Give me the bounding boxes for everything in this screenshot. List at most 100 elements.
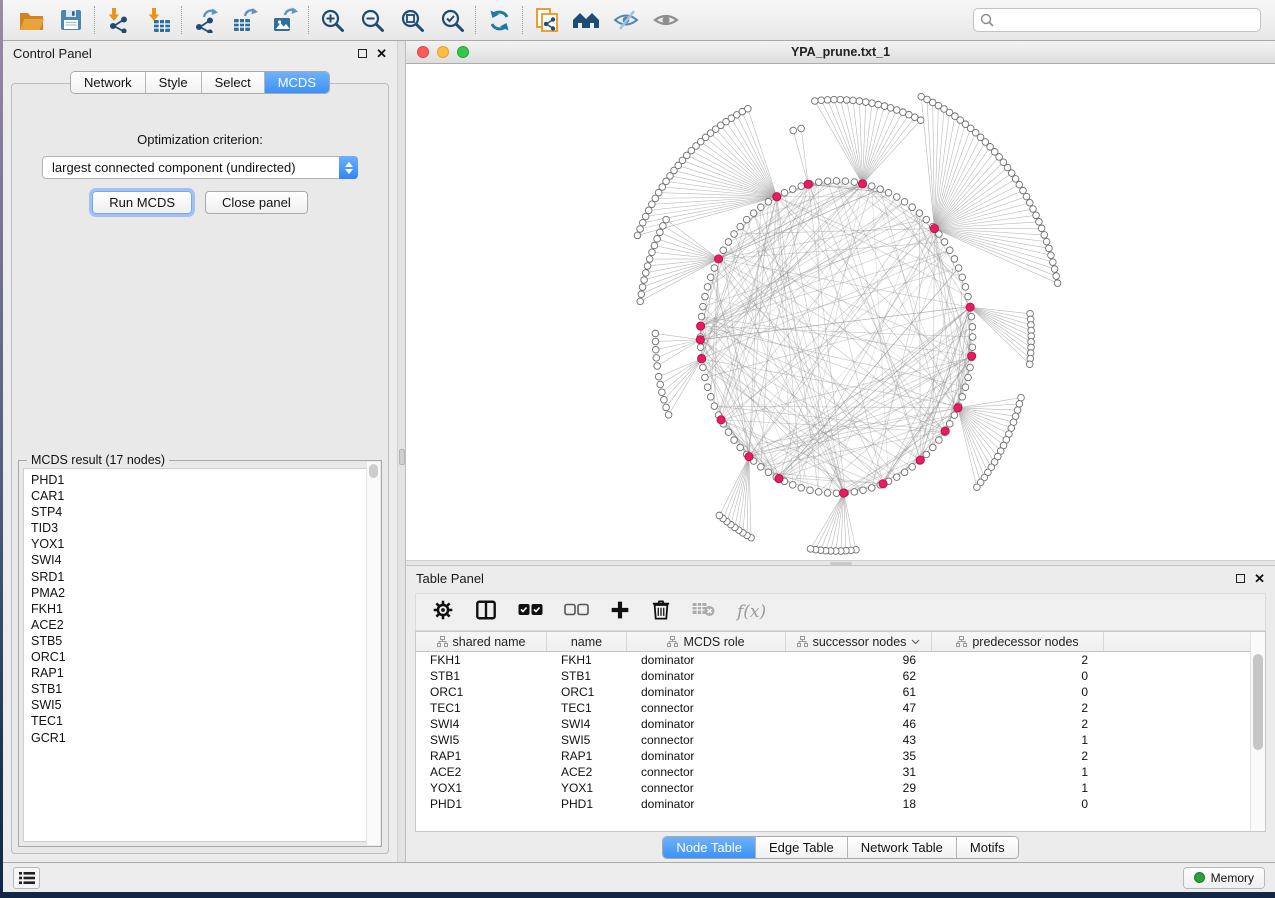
graph-node[interactable]: [1041, 232, 1048, 239]
graph-node[interactable]: [707, 274, 714, 281]
dominator-node[interactable]: [696, 336, 704, 344]
add-column-button[interactable]: [610, 600, 630, 625]
result-node[interactable]: ORC1: [31, 649, 376, 665]
dominator-node[interactable]: [839, 489, 847, 497]
graph-node[interactable]: [962, 284, 969, 291]
graph-node[interactable]: [1027, 199, 1034, 206]
result-node[interactable]: PHD1: [31, 472, 376, 488]
graph-node[interactable]: [869, 100, 876, 107]
scrollbar-thumb[interactable]: [1253, 654, 1263, 750]
close-panel-button[interactable]: Close panel: [205, 191, 308, 214]
tab-network[interactable]: Network: [71, 72, 146, 93]
dominator-node[interactable]: [745, 453, 753, 461]
column-header-predecessor-nodes[interactable]: predecessor nodes: [932, 632, 1104, 651]
node-table[interactable]: shared namenameMCDS rolesuccessor nodesp…: [415, 631, 1266, 832]
export-table-button[interactable]: [225, 4, 265, 36]
graph-node[interactable]: [1023, 193, 1030, 200]
graph-node[interactable]: [969, 324, 976, 331]
graph-node[interactable]: [639, 219, 646, 226]
graph-node[interactable]: [644, 263, 651, 270]
graph-node[interactable]: [877, 186, 884, 193]
result-node[interactable]: ACE2: [31, 617, 376, 633]
tab-network-table[interactable]: Network Table: [848, 837, 957, 858]
graph-node[interactable]: [646, 256, 653, 263]
graph-node[interactable]: [659, 389, 666, 396]
import-network-button[interactable]: [98, 4, 138, 36]
mcds-result-list[interactable]: PHD1CAR1STP4TID3YOX1SWI4SRD1PMA2FKH1ACE2…: [23, 468, 377, 842]
graph-node[interactable]: [909, 204, 916, 211]
settings-button[interactable]: [432, 599, 454, 626]
graph-node[interactable]: [923, 216, 930, 223]
graph-node[interactable]: [698, 313, 705, 320]
dominator-node[interactable]: [879, 480, 887, 488]
graph-node[interactable]: [654, 363, 661, 370]
table-scrollbar[interactable]: [1250, 632, 1265, 831]
dominator-node[interactable]: [773, 193, 781, 201]
graph-node[interactable]: [737, 223, 744, 230]
result-node[interactable]: CAR1: [31, 488, 376, 504]
graph-node[interactable]: [1020, 187, 1027, 194]
graph-node[interactable]: [641, 277, 648, 284]
graph-node[interactable]: [634, 232, 641, 239]
table-row[interactable]: SWI4SWI4dominator462: [416, 716, 1265, 732]
result-node[interactable]: RAP1: [31, 665, 376, 681]
graph-node[interactable]: [663, 216, 670, 223]
dominator-node[interactable]: [775, 474, 783, 482]
graph-node[interactable]: [716, 512, 723, 519]
graph-node[interactable]: [765, 469, 772, 476]
tab-mcds[interactable]: MCDS: [265, 72, 329, 93]
graph-node[interactable]: [707, 393, 714, 400]
graph-node[interactable]: [639, 284, 646, 291]
run-mcds-button[interactable]: Run MCDS: [92, 191, 192, 214]
dominator-node[interactable]: [714, 255, 722, 263]
minimize-window-icon[interactable]: [437, 46, 449, 58]
graph-node[interactable]: [1030, 206, 1037, 213]
graph-node[interactable]: [653, 355, 660, 362]
float-panel-icon[interactable]: [1236, 574, 1245, 583]
graph-node[interactable]: [824, 490, 831, 497]
graph-node[interactable]: [781, 189, 788, 196]
graph-node[interactable]: [652, 338, 659, 345]
graph-node[interactable]: [968, 313, 975, 320]
graph-node[interactable]: [702, 293, 709, 300]
close-panel-icon[interactable]: ✕: [1254, 572, 1265, 585]
graph-node[interactable]: [649, 201, 656, 208]
graph-node[interactable]: [831, 96, 838, 103]
graph-node[interactable]: [1012, 176, 1019, 183]
graph-node[interactable]: [1018, 394, 1025, 401]
graph-node[interactable]: [923, 451, 930, 458]
graph-node[interactable]: [663, 404, 670, 411]
criterion-dropdown[interactable]: largest connected component (undirected): [42, 156, 358, 179]
dominator-node[interactable]: [941, 427, 949, 435]
horizontal-splitter[interactable]: [406, 560, 1275, 566]
table-row[interactable]: TEC1TEC1connector472: [416, 700, 1265, 716]
graph-node[interactable]: [661, 396, 668, 403]
graph-node[interactable]: [731, 437, 738, 444]
graph-node[interactable]: [737, 444, 744, 451]
home-button[interactable]: [566, 4, 606, 36]
graph-node[interactable]: [946, 421, 953, 428]
graph-node[interactable]: [637, 226, 644, 233]
graph-node[interactable]: [807, 546, 814, 553]
graph-node[interactable]: [700, 303, 707, 310]
table-row[interactable]: YOX1YOX1connector291: [416, 780, 1265, 796]
graph-node[interactable]: [812, 98, 819, 105]
graph-node[interactable]: [887, 105, 894, 112]
graph-node[interactable]: [642, 270, 649, 277]
graph-node[interactable]: [704, 384, 711, 391]
task-history-button[interactable]: [13, 867, 40, 889]
tab-node-table[interactable]: Node Table: [663, 837, 756, 858]
show-panel-button[interactable]: [646, 4, 686, 36]
network-view[interactable]: [406, 64, 1275, 560]
graph-node[interactable]: [1046, 245, 1053, 252]
result-node[interactable]: SWI5: [31, 697, 376, 713]
graph-node[interactable]: [1048, 252, 1055, 259]
graph-node[interactable]: [652, 346, 659, 353]
graph-node[interactable]: [901, 469, 908, 476]
table-row[interactable]: RAP1RAP1dominator352: [416, 748, 1265, 764]
graph-node[interactable]: [860, 487, 867, 494]
result-node[interactable]: GCR1: [31, 730, 376, 746]
graph-node[interactable]: [951, 256, 958, 263]
dominator-node[interactable]: [717, 416, 725, 424]
graph-node[interactable]: [818, 97, 825, 104]
